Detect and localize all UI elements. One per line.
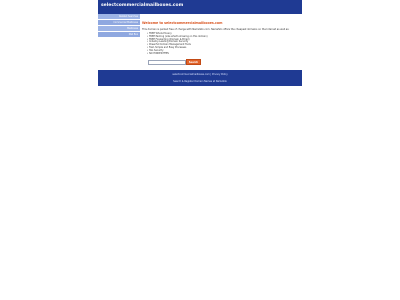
header-bar: selectcommercialmailboxes.com (98, 0, 302, 14)
sidebar: Related Searches Commercial Mailboxes Ma… (98, 14, 140, 38)
site-title: selectcommercialmailboxes.com (101, 3, 184, 8)
sidebar-item-related-searches[interactable]: Related Searches (98, 14, 140, 19)
parked-domain-page: selectcommercialmailboxes.com Related Se… (98, 0, 302, 86)
main-content: Welcome to selectcommercialmailboxes.com… (142, 21, 298, 65)
privacy-policy-link[interactable]: Privacy Policy (212, 73, 228, 76)
intro-text: This domain is parked free of charge wit… (142, 28, 290, 31)
footer-namesilo-line: Search & Register Domain Names at NameSi… (98, 80, 302, 83)
search-button[interactable]: Search (186, 59, 201, 65)
namesilo-link[interactable]: Search & Register Domain Names at NameSi… (173, 80, 227, 83)
welcome-heading: Welcome to selectcommercialmailboxes.com (142, 21, 223, 25)
search-input[interactable] (148, 60, 186, 65)
sidebar-item-commercial-mailboxes[interactable]: Commercial Mailboxes (98, 20, 140, 25)
search-form: Search (148, 59, 208, 66)
sidebar-item-mail-box[interactable]: Mail Box (98, 32, 140, 37)
feature-list: FREE WhoIs Privacy FREE Parking (Like wh… (147, 32, 298, 56)
footer-bar: selectcommercialmailboxes.com | Privacy … (98, 70, 302, 86)
footer-links: selectcommercialmailboxes.com | Privacy … (98, 73, 302, 76)
feature-item: NO HIDDEN FEES (147, 52, 298, 56)
footer-domain-link[interactable]: selectcommercialmailboxes.com (172, 73, 209, 76)
sidebar-item-mailboxes[interactable]: Mailboxes (98, 26, 140, 31)
